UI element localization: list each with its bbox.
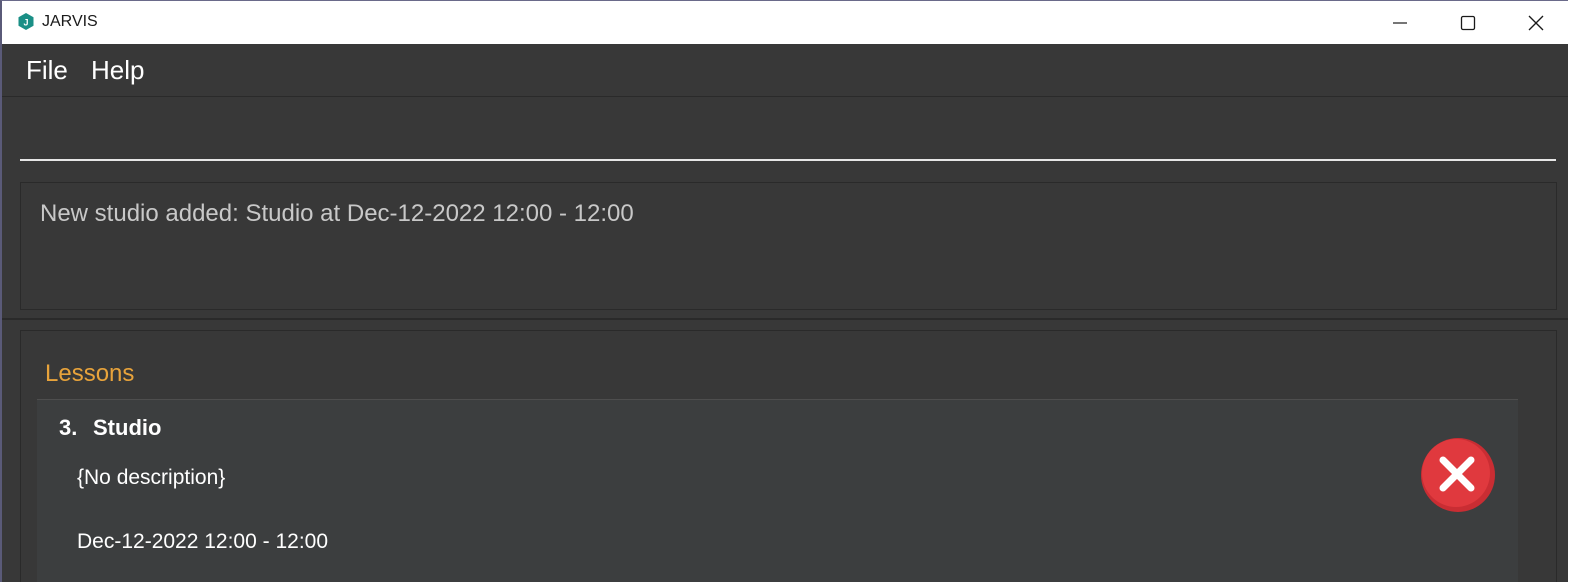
svg-text:J: J (23, 18, 28, 28)
minimize-icon (1393, 21, 1407, 24)
lesson-time: Dec-12-2022 12:00 - 12:00 (77, 530, 329, 553)
app-window: J JARVIS File Help New studio added: Stu… (0, 0, 1568, 582)
menu-file[interactable]: File (26, 54, 68, 86)
window-title: JARVIS (42, 13, 98, 30)
maximize-icon (1460, 15, 1476, 30)
menu-help[interactable]: Help (91, 54, 144, 86)
minimize-button[interactable] (1366, 1, 1434, 44)
close-icon (1528, 15, 1544, 30)
lesson-card[interactable]: 3. Studio {No description} Dec-12-2022 1… (37, 400, 1518, 582)
menu-bar: File Help (2, 44, 1568, 97)
lessons-header: Lessons (45, 360, 135, 387)
result-message: New studio added: Studio at Dec-12-2022 … (40, 200, 634, 227)
maximize-button[interactable] (1434, 1, 1502, 44)
command-input[interactable] (20, 107, 1556, 161)
result-display: New studio added: Studio at Dec-12-2022 … (20, 182, 1557, 310)
lessons-panel: Lessons 3. Studio {No description} Dec-1… (20, 330, 1557, 582)
lesson-list[interactable]: 3. Studio {No description} Dec-12-2022 1… (37, 399, 1518, 582)
jarvis-logo-icon: J (18, 13, 34, 30)
title-bar[interactable]: J JARVIS (2, 1, 1568, 44)
incomplete-x-icon (1421, 438, 1495, 512)
desktop-edge (1568, 0, 1592, 582)
lesson-index: 3. (59, 415, 78, 440)
lesson-description: {No description} (77, 466, 226, 489)
command-box (2, 97, 1568, 175)
close-window-button[interactable] (1502, 1, 1568, 44)
lesson-name: Studio (93, 415, 162, 440)
panel-divider (2, 318, 1568, 320)
